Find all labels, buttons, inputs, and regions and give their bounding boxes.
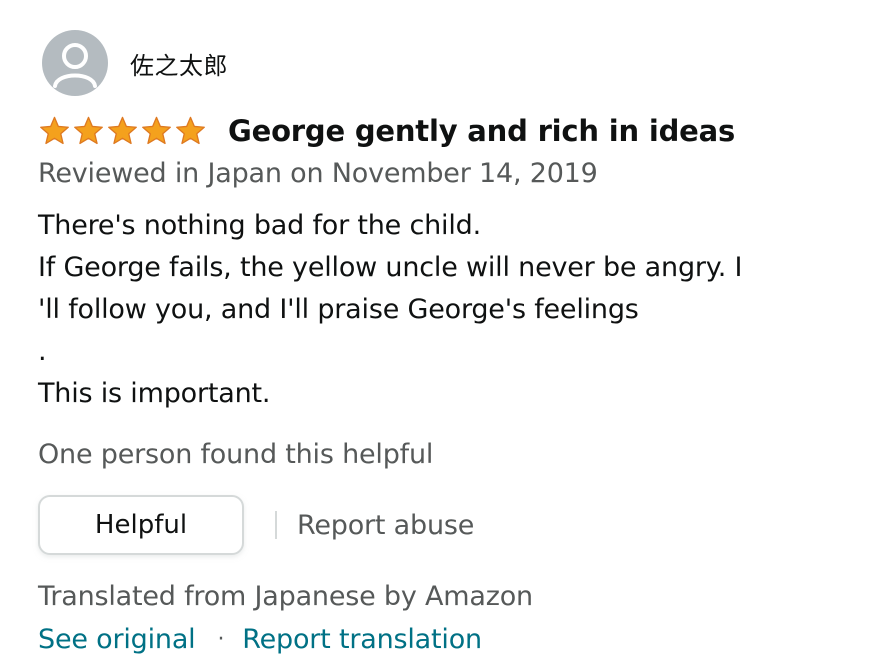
review-date: Reviewed in Japan on November 14, 2019 — [38, 158, 598, 189]
star-icon — [40, 116, 69, 145]
star-icon — [74, 116, 103, 145]
star-icon — [176, 116, 205, 145]
review-body-line: 'll follow you, and I'll praise George's… — [38, 294, 639, 325]
review-card: 佐之太郎 George gently and rich in ideas Rev… — [38, 30, 858, 661]
link-separator: · — [217, 626, 225, 652]
reviewer-profile[interactable]: 佐之太郎 — [38, 30, 858, 96]
report-translation-link[interactable]: Report translation — [242, 624, 482, 655]
report-abuse-link[interactable]: Report abuse — [297, 510, 474, 541]
helpful-count: One person found this helpful — [38, 439, 434, 470]
review-body-line: There's nothing bad for the child. — [38, 210, 481, 241]
avatar[interactable] — [42, 30, 108, 96]
see-original-link[interactable]: See original — [38, 624, 196, 655]
translation-links: See original · Report translation — [38, 617, 858, 661]
user-silhouette-icon — [53, 43, 97, 88]
action-divider — [275, 511, 277, 539]
review-title[interactable]: George gently and rich in ideas — [228, 114, 735, 148]
review-actions: Helpful Report abuse — [38, 493, 858, 557]
review-body-line: If George fails, the yellow uncle will n… — [38, 252, 743, 283]
translation-note: Translated from Japanese by Amazon — [38, 581, 533, 612]
review-body-line: This is important. — [38, 378, 271, 409]
review-title-row: George gently and rich in ideas — [38, 111, 858, 151]
reviewer-name[interactable]: 佐之太郎 — [130, 46, 228, 81]
review-body-line: . — [38, 336, 47, 367]
helpful-button[interactable]: Helpful — [38, 495, 244, 555]
star-rating[interactable] — [38, 115, 210, 147]
star-icon — [108, 116, 137, 145]
review-body: There's nothing bad for the child. If Ge… — [38, 205, 858, 415]
star-icon — [142, 116, 171, 145]
